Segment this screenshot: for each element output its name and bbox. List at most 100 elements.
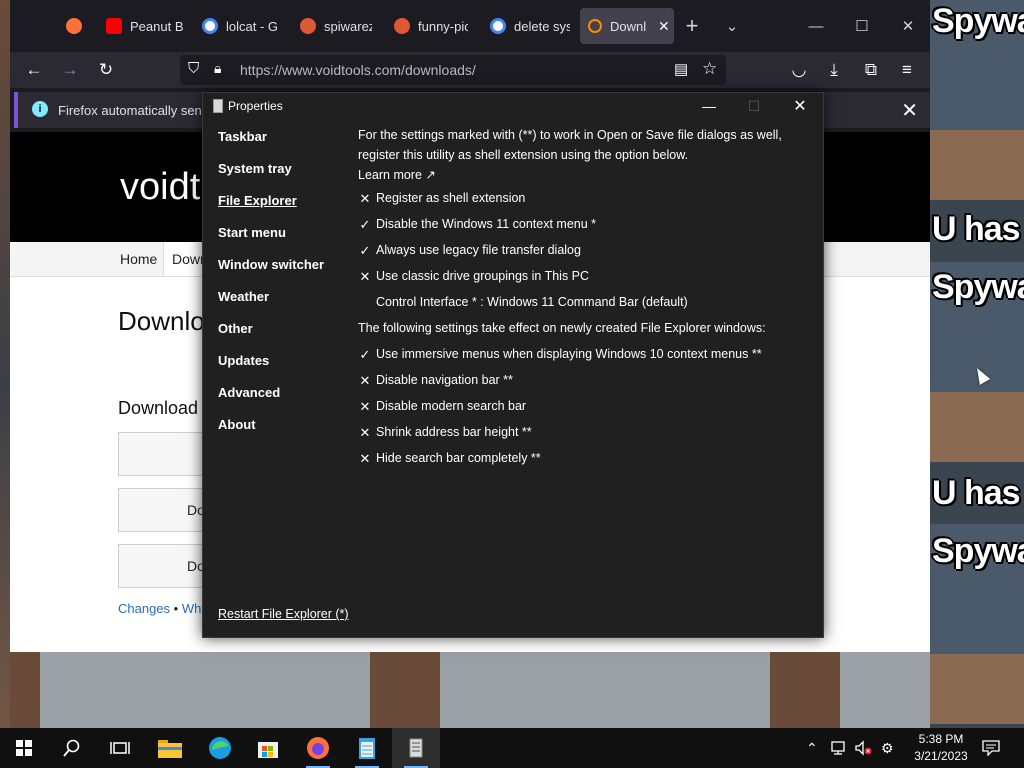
sidebar-item-system-tray[interactable]: System tray	[218, 161, 292, 176]
tab-youtube[interactable]: Peanut B	[106, 8, 184, 44]
whats-new-link[interactable]: Wh	[182, 601, 202, 616]
maximize-icon[interactable]: ☐	[839, 8, 885, 44]
close-notification-icon[interactable]: ✕	[901, 98, 918, 123]
wallpaper-meme-strip: Spywa U has Spywa U has Spywa	[930, 0, 1024, 730]
close-window-icon[interactable]: ✕	[885, 8, 931, 44]
file-explorer-icon[interactable]	[146, 728, 194, 768]
store-icon[interactable]	[244, 728, 292, 768]
setting-label: Disable the Windows 11 context menu *	[376, 217, 597, 231]
youtube-icon	[106, 18, 122, 34]
setting-label: Use classic drive groupings in This PC	[376, 269, 590, 283]
tab-label: funny-pic	[418, 18, 468, 34]
x-mark-icon: ✕	[359, 451, 371, 466]
menu-hamburger-icon[interactable]: ≡	[893, 56, 921, 84]
meme-text: U has	[932, 210, 1021, 248]
network-icon[interactable]	[830, 728, 848, 768]
meme-text: Spywa	[932, 2, 1024, 40]
dialog-title-bar[interactable]: Properties — ☐ ✕	[203, 93, 823, 119]
tab-spiwarez[interactable]: spiwarez	[300, 8, 372, 44]
properties-app-icon[interactable]	[392, 728, 440, 768]
sidebar-item-window-switcher[interactable]: Window switcher	[218, 257, 324, 272]
changes-link[interactable]: Changes	[118, 601, 170, 616]
task-view-icon[interactable]	[96, 728, 144, 768]
dialog-title: Properties	[228, 99, 283, 113]
bookmark-star-icon[interactable]: ☆	[702, 59, 717, 79]
url-text: https://www.voidtools.com/downloads/	[240, 62, 476, 78]
search-icon	[588, 19, 602, 33]
tab-delete-sys[interactable]: delete sys	[490, 8, 570, 44]
tab-label: Downl	[610, 18, 647, 34]
close-tab-icon[interactable]: ✕	[658, 18, 670, 35]
setting-label: Disable modern search bar	[376, 399, 527, 413]
setting-label: Control Interface * : Windows 11 Command…	[376, 295, 688, 309]
site-logo[interactable]: voidt	[120, 166, 200, 209]
tab-downloads[interactable]: Downl ✕	[580, 8, 674, 44]
x-mark-icon: ✕	[359, 191, 371, 206]
forward-arrow-icon[interactable]: →	[56, 56, 84, 84]
sidebar-item-weather[interactable]: Weather	[218, 289, 269, 304]
minimize-icon[interactable]: —	[686, 93, 732, 119]
firefox-icon[interactable]	[294, 728, 342, 768]
google-icon	[202, 18, 218, 34]
tab-label: Peanut B	[130, 18, 184, 34]
taskbar: ⌃ ⚙ 5:38 PM 3/21/2023	[0, 728, 1024, 768]
downloads-icon[interactable]: ⤓	[820, 56, 848, 84]
tab-label: delete sys	[514, 18, 570, 34]
learn-more-link[interactable]: Learn more ↗	[358, 168, 436, 182]
back-arrow-icon[interactable]: ←	[20, 56, 48, 84]
page-subheading: Download	[118, 398, 199, 418]
clock-time: 5:38 PM	[918, 732, 964, 746]
search-icon[interactable]	[48, 728, 96, 768]
sidebar-item-about[interactable]: About	[218, 417, 256, 432]
x-mark-icon: ✕	[359, 425, 371, 440]
note-text: The following settings take effect on ne…	[358, 321, 766, 335]
tab-bar: Peanut B lolcat - Go spiwarez funny-pic …	[10, 0, 930, 52]
sidebar-item-advanced[interactable]: Advanced	[218, 385, 280, 400]
tab-lolcat[interactable]: lolcat - Go	[202, 8, 278, 44]
footer-links: Changes • Wh	[118, 601, 201, 616]
link-separator: •	[173, 601, 179, 616]
start-icon[interactable]	[0, 728, 48, 768]
google-icon	[490, 18, 506, 34]
reload-icon[interactable]: ↻	[92, 56, 120, 84]
shield-icon[interactable]: ⛉	[188, 60, 199, 77]
sidebar-item-other[interactable]: Other	[218, 321, 253, 336]
setting-label: Hide search bar completely **	[376, 451, 541, 465]
show-hidden-icons-chevron-icon[interactable]: ⌃	[806, 728, 818, 768]
reader-view-icon[interactable]: ▤	[674, 60, 688, 78]
x-mark-icon: ✕	[359, 269, 371, 284]
duckduckgo-icon	[394, 18, 410, 34]
pocket-icon[interactable]: ◡	[785, 56, 813, 84]
new-tab-icon[interactable]: +	[670, 8, 714, 44]
page-heading: Downlo	[118, 306, 205, 336]
lock-icon[interactable]: 🔒︎	[214, 60, 221, 77]
sidebar-item-file-explorer[interactable]: File Explorer	[218, 193, 297, 208]
sidebar-item-taskbar[interactable]: Taskbar	[218, 129, 267, 144]
meme-text: U has	[932, 474, 1021, 512]
duckduckgo-icon	[300, 18, 316, 34]
minimize-icon[interactable]: —	[793, 8, 839, 44]
close-dialog-icon[interactable]: ✕	[777, 93, 823, 119]
notifications-icon[interactable]	[982, 728, 1000, 768]
settings-gear-icon[interactable]: ⚙	[881, 728, 894, 768]
url-bar[interactable]: ⛉ 🔒︎ https://www.voidtools.com/downloads…	[180, 55, 726, 85]
edge-icon[interactable]	[196, 728, 244, 768]
sidebar-item-updates[interactable]: Updates	[218, 353, 269, 368]
system-clock[interactable]: 5:38 PM 3/21/2023	[906, 731, 976, 765]
list-tabs-chevron-icon[interactable]: ⌄	[710, 8, 754, 44]
notepad-icon[interactable]	[343, 728, 391, 768]
properties-dialog: Properties — ☐ ✕ Taskbar System tray Fil…	[202, 92, 824, 638]
setting-label: Always use legacy file transfer dialog	[376, 243, 581, 257]
extensions-icon[interactable]: ⧉	[857, 56, 885, 84]
clock-date: 3/21/2023	[914, 749, 968, 763]
restart-explorer-link[interactable]: Restart File Explorer (*)	[218, 607, 349, 621]
sidebar-item-start-menu[interactable]: Start menu	[218, 225, 286, 240]
volume-muted-icon[interactable]	[855, 728, 873, 768]
tab-funny-pic[interactable]: funny-pic	[394, 8, 468, 44]
tab-firefox[interactable]	[58, 8, 90, 44]
setting-label: Disable navigation bar **	[376, 373, 513, 387]
setting-label: Register as shell extension	[376, 191, 526, 205]
menu-home-link[interactable]: Home	[120, 251, 157, 267]
properties-app-icon	[213, 99, 223, 113]
setting-label: Use immersive menus when displaying Wind…	[376, 347, 762, 361]
